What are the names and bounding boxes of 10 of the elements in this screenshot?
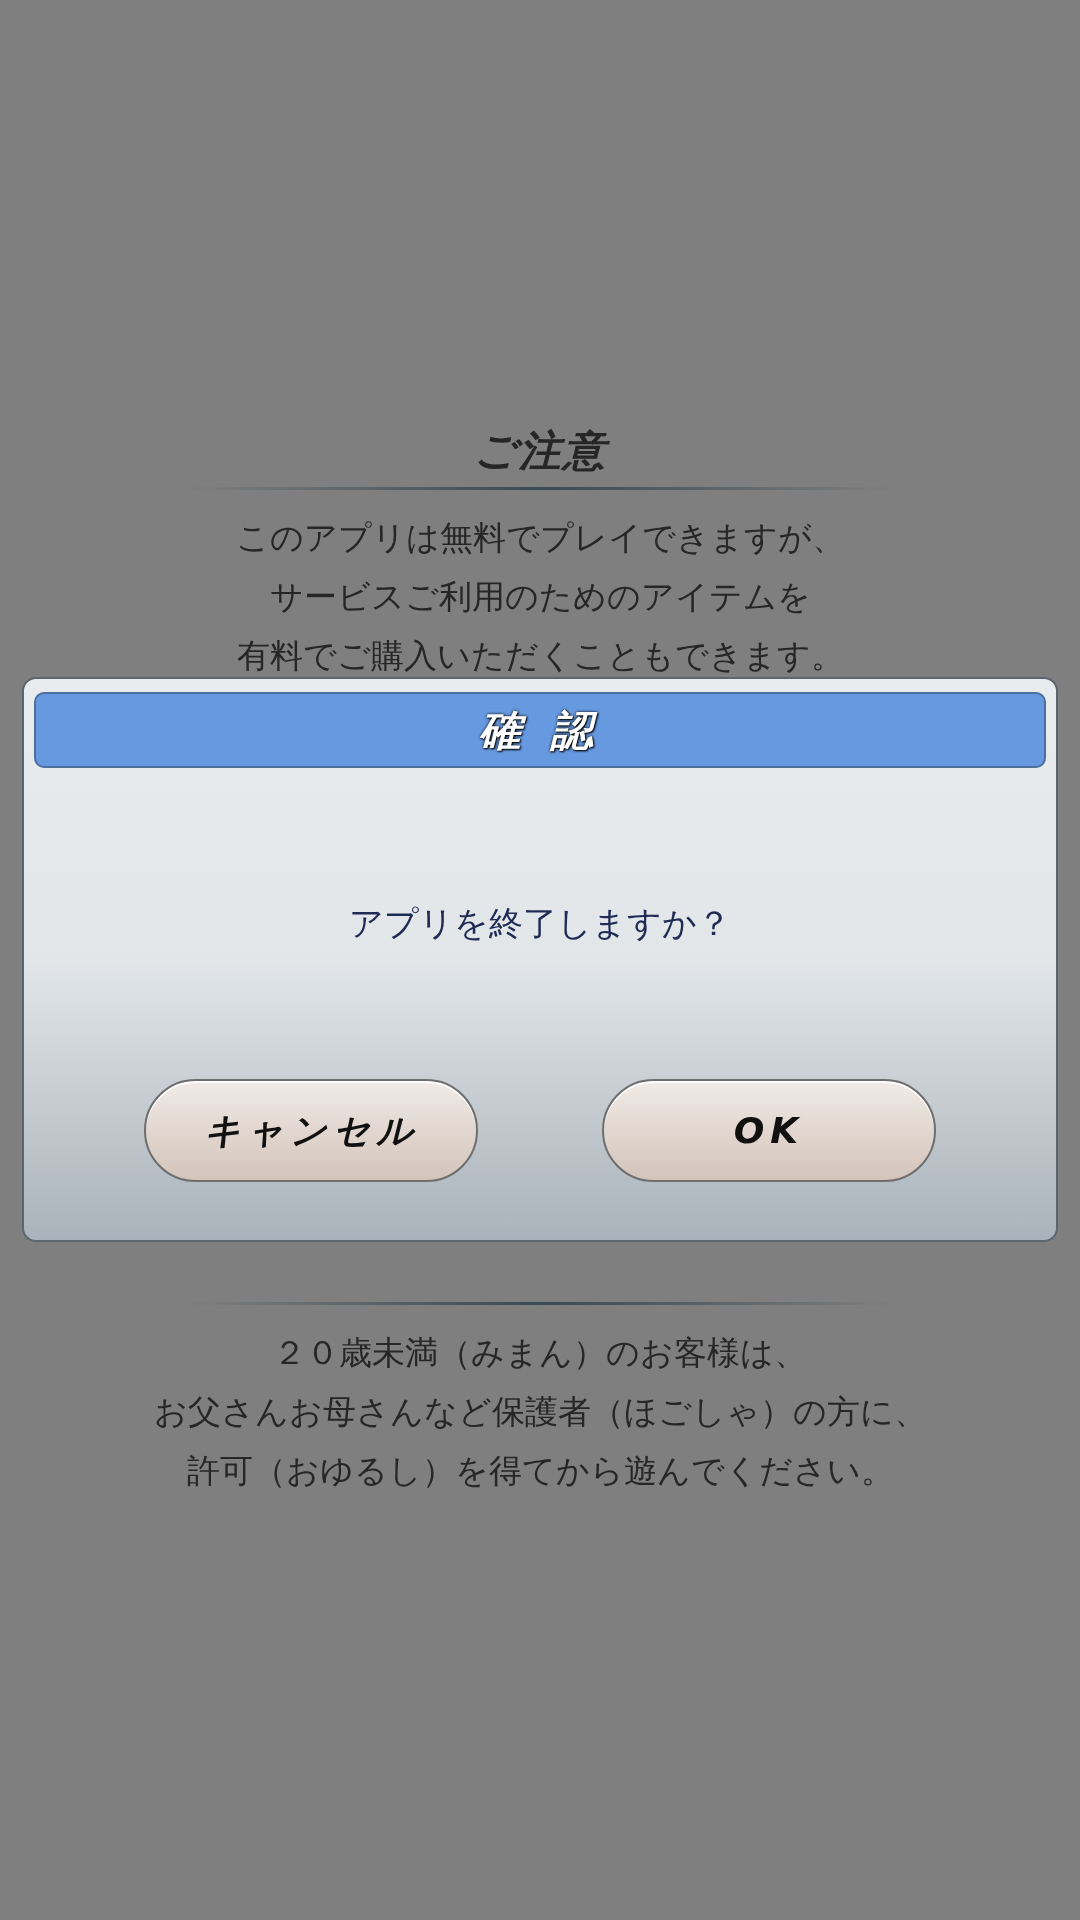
notice-text: サービスご利用のためのアイテムを — [269, 576, 811, 618]
ok-button[interactable]: OK — [602, 1079, 936, 1182]
notice-text: ２０歳未満（みまん）のお客様は、 — [273, 1332, 807, 1374]
cancel-button[interactable]: キャンセル — [144, 1079, 478, 1182]
dialog-message: アプリを終了しますか？ — [349, 902, 731, 945]
dialog-title: 確 認 — [478, 704, 602, 757]
notice-text: このアプリは無料でプレイできますが、 — [235, 517, 845, 559]
notice-text: 許可（おゆるし）を得てから遊んでください。 — [186, 1450, 894, 1492]
notice-text: お父さんお母さんなど保護者（ほごしゃ）の方に、 — [153, 1391, 927, 1433]
notice-text: 有料でご購入いただくこともできます。 — [236, 635, 844, 677]
